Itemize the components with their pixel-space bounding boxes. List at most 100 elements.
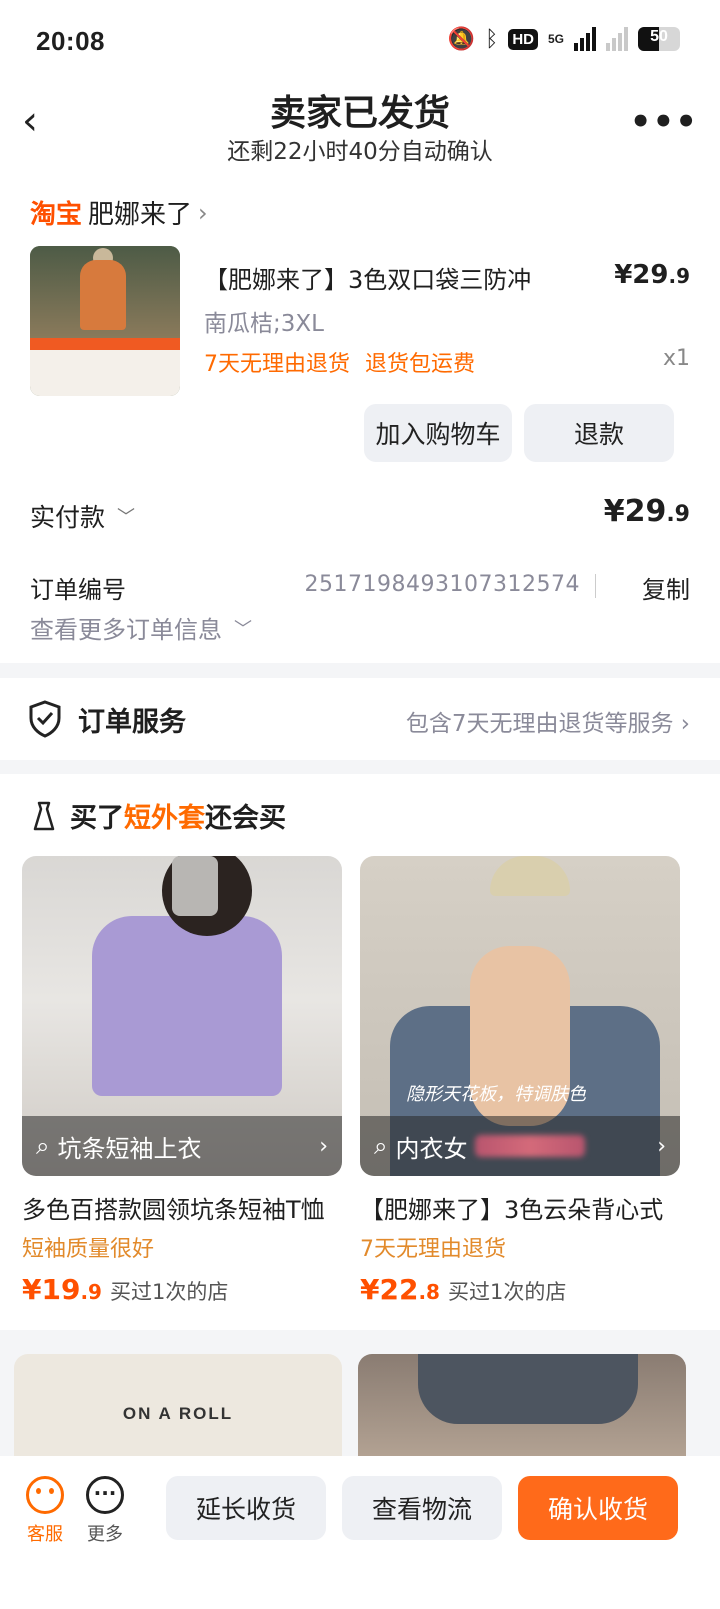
- rec-card-1-image[interactable]: ⌕ 坑条短袖上衣 ›: [22, 856, 342, 1176]
- battery-level: 50: [650, 28, 668, 45]
- product-sku: 南瓜桔;3XL: [204, 311, 324, 337]
- chevron-down-icon: ﹀: [117, 507, 136, 528]
- price-decimal: .9: [668, 264, 690, 288]
- view-logistics-button[interactable]: 查看物流: [342, 1476, 502, 1540]
- rec-card-1-phone: [172, 856, 218, 916]
- bottom-action-bar: 客服 ··· 更多 延长收货 查看物流 确认收货: [0, 1456, 720, 1609]
- refund-button[interactable]: 退款: [524, 404, 674, 462]
- price-main: ¥29: [614, 260, 669, 290]
- dress-icon: [33, 801, 55, 830]
- rec-card-2[interactable]: 隐形天花板，特调肤色 ⌕ 内衣女 › 【肥娜来了】3色云朵背心式 7天无理由退货…: [360, 856, 680, 1316]
- rec-card-1-price: ¥19.9: [22, 1273, 102, 1306]
- more-button[interactable]: ··· 更多: [80, 1476, 130, 1546]
- network-label: 5G: [547, 32, 564, 46]
- status-icons: 🔕 ᛒ HD 5G 50: [448, 26, 680, 52]
- product-image-strip: [30, 350, 180, 396]
- recommendation-title: 买了短外套还会买: [28, 796, 286, 835]
- more-recommendations: ON A ROLL: [0, 1330, 720, 1474]
- order-number-label: 订单编号: [30, 576, 126, 604]
- customer-service-icon: [26, 1476, 64, 1514]
- chevron-right-icon: ›: [657, 1133, 666, 1159]
- order-service-label: 订单服务: [78, 707, 186, 738]
- customer-service-button[interactable]: 客服: [20, 1476, 70, 1546]
- paid-label: 实付款: [30, 503, 106, 532]
- rec-card-1-price-decimal: .9: [80, 1280, 102, 1304]
- signal-2-icon: [606, 27, 628, 51]
- paid-amount-toggle[interactable]: 实付款 ﹀: [30, 498, 135, 534]
- rec-card-1-search-bar[interactable]: ⌕ 坑条短袖上衣 ›: [22, 1116, 342, 1176]
- customer-service-label: 客服: [27, 1524, 63, 1545]
- page-title: 卖家已发货: [269, 93, 450, 134]
- rec-card-2-search-bar[interactable]: ⌕ 内衣女 ›: [360, 1116, 680, 1176]
- product-price: ¥29.9: [614, 260, 690, 290]
- rec-title-prefix: 买了: [70, 803, 124, 834]
- rec-card-2-search-text: 内衣女: [395, 1134, 468, 1163]
- product-quantity: x1: [662, 346, 690, 371]
- hd-badge: HD: [508, 28, 538, 50]
- rec-card-1-name: 多色百搭款圆领坑条短袖T恤: [22, 1196, 325, 1224]
- rec-card-1[interactable]: ⌕ 坑条短袖上衣 › 多色百搭款圆领坑条短袖T恤 短袖质量很好 ¥19.9 买过…: [22, 856, 342, 1316]
- order-service-row[interactable]: 订单服务 包含7天无理由退货等服务 ›: [0, 678, 720, 760]
- paid-main: ¥29: [603, 494, 667, 529]
- auto-confirm-countdown: 还剩22小时40分自动确认: [227, 139, 493, 165]
- blurred-region: [475, 1135, 586, 1157]
- product-image-jacket: [80, 260, 126, 330]
- rec-card-2-price-main: ¥22: [360, 1273, 419, 1306]
- search-icon: ⌕: [36, 1132, 50, 1160]
- more-menu-icon[interactable]: •••: [630, 102, 698, 142]
- status-time: 20:08: [36, 26, 105, 56]
- rec-card-2-overlay-text: 隐形天花板，特调肤色: [406, 1084, 586, 1105]
- rec-card-1-price-row: ¥19.9 买过1次的店: [22, 1273, 342, 1306]
- product-name[interactable]: 【肥娜来了】3色双口袋三防冲: [204, 260, 564, 295]
- order-card: 淘宝 肥娜来了 › 【肥娜来了】3色双口袋三防冲 ¥29.9 南瓜桔;3XL 7…: [0, 176, 720, 663]
- status-bar: 20:08 🔕 ᛒ HD 5G 50: [0, 0, 720, 84]
- rec-card-2-price: ¥22.8: [360, 1273, 440, 1306]
- chevron-down-icon: ﹀: [234, 618, 252, 640]
- chevron-right-icon: ›: [198, 198, 208, 227]
- rec-card-2-price-row: ¥22.8 买过1次的店: [360, 1273, 680, 1306]
- rec-card-4-top: [418, 1354, 638, 1424]
- more-label: 更多: [87, 1524, 123, 1545]
- shield-check-icon: [29, 700, 61, 738]
- rec-title-keyword: 短外套: [124, 803, 205, 834]
- chevron-right-icon: ›: [680, 711, 690, 737]
- product-image-band: [30, 338, 180, 350]
- signal-icon: [574, 27, 596, 51]
- divider: [595, 574, 596, 598]
- rec-card-1-shirt: [92, 916, 282, 1096]
- shop-link[interactable]: 淘宝 肥娜来了 ›: [30, 194, 208, 231]
- shop-name: 肥娜来了: [88, 200, 193, 230]
- rec-card-3-image-text: ON A ROLL: [122, 1404, 234, 1423]
- order-number: 2517198493107312574: [304, 572, 580, 597]
- rec-card-2-price-decimal: .8: [418, 1280, 440, 1304]
- confirm-receipt-button[interactable]: 确认收货: [518, 1476, 678, 1540]
- more-order-info-toggle[interactable]: 查看更多订单信息 ﹀: [30, 610, 252, 645]
- rec-card-1-price-main: ¥19: [22, 1273, 81, 1306]
- rec-title-suffix: 还会买: [205, 803, 286, 834]
- paid-amount: ¥29.9: [604, 494, 690, 529]
- mute-bell-icon: 🔕: [447, 26, 476, 51]
- rec-card-1-search-text: 坑条短袖上衣: [57, 1134, 202, 1163]
- order-service-detail-text: 包含7天无理由退货等服务: [405, 711, 674, 737]
- more-order-info-label: 查看更多订单信息: [30, 616, 222, 644]
- rec-card-2-tag: 7天无理由退货: [360, 1237, 506, 1262]
- battery-icon: 50: [638, 27, 680, 51]
- product-image[interactable]: [30, 246, 180, 396]
- order-service-detail: 包含7天无理由退货等服务 ›: [406, 704, 690, 738]
- paid-decimal: .9: [666, 502, 690, 527]
- recommendation-section: 买了短外套还会买 ⌕ 坑条短袖上衣 › 多色百搭款圆领坑条短袖T恤 短袖质量很好…: [0, 774, 720, 1330]
- page-header: ‹ 卖家已发货 还剩22小时40分自动确认 •••: [0, 84, 720, 176]
- rec-card-2-bought: 买过1次的店: [447, 1280, 567, 1304]
- rec-card-2-image[interactable]: 隐形天花板，特调肤色 ⌕ 内衣女 ›: [360, 856, 680, 1176]
- product-service-tags: 7天无理由退货 退货包运费: [204, 352, 475, 377]
- rec-card-2-cap: [490, 856, 570, 896]
- search-icon: ⌕: [374, 1132, 388, 1160]
- taobao-logo: 淘宝: [30, 200, 83, 230]
- bluetooth-icon: ᛒ: [485, 26, 499, 51]
- rec-card-1-tag: 短袖质量很好: [22, 1237, 155, 1262]
- rec-card-1-bought: 买过1次的店: [109, 1280, 229, 1304]
- extend-receipt-button[interactable]: 延长收货: [166, 1476, 326, 1540]
- more-dots-icon: ···: [86, 1476, 124, 1514]
- add-to-cart-button[interactable]: 加入购物车: [364, 404, 512, 462]
- copy-order-number-button[interactable]: 复制: [642, 570, 690, 605]
